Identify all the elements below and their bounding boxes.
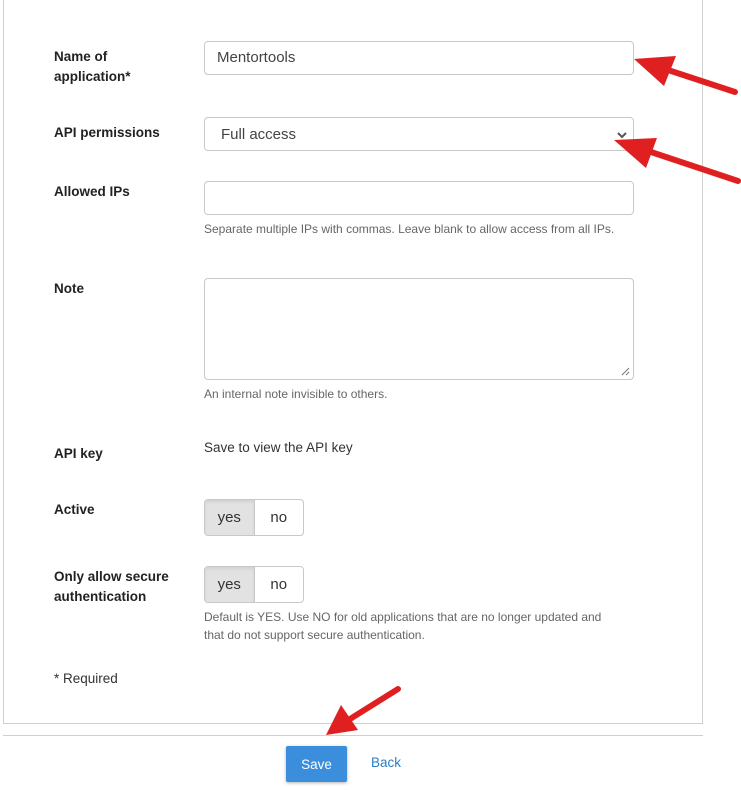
- secure-auth-toggle[interactable]: yes no: [204, 566, 304, 603]
- api-permissions-label: API permissions: [54, 125, 160, 140]
- allowed-ips-label: Allowed IPs: [54, 184, 130, 199]
- note-label: Note: [54, 281, 84, 296]
- allowed-ips-hint: Separate multiple IPs with commas. Leave…: [204, 222, 615, 236]
- active-toggle[interactable]: yes no: [204, 499, 304, 536]
- name-label: Name of application*: [54, 49, 131, 84]
- api-permissions-select[interactable]: Full access: [204, 117, 634, 151]
- application-name-input[interactable]: Mentortools: [204, 41, 634, 75]
- resize-grip-icon[interactable]: [621, 367, 630, 376]
- allowed-ips-input[interactable]: [204, 181, 634, 215]
- secure-auth-hint: Default is YES. Use NO for old applicati…: [204, 610, 602, 642]
- secure-auth-label: Only allow secure authentication: [54, 569, 169, 604]
- active-label: Active: [54, 502, 95, 517]
- save-button[interactable]: Save: [286, 746, 347, 782]
- back-link[interactable]: Back: [371, 755, 401, 770]
- active-no-option[interactable]: no: [255, 500, 304, 535]
- secure-auth-no-option[interactable]: no: [255, 567, 304, 602]
- api-key-text: Save to view the API key: [204, 440, 353, 455]
- secure-auth-yes-option[interactable]: yes: [205, 567, 255, 602]
- api-key-label: API key: [54, 446, 103, 461]
- required-note: * Required: [54, 671, 118, 686]
- note-hint: An internal note invisible to others.: [204, 387, 388, 401]
- note-textarea[interactable]: [204, 278, 634, 380]
- active-yes-option[interactable]: yes: [205, 500, 255, 535]
- chevron-down-icon: [617, 132, 627, 139]
- footer-divider: [3, 735, 703, 736]
